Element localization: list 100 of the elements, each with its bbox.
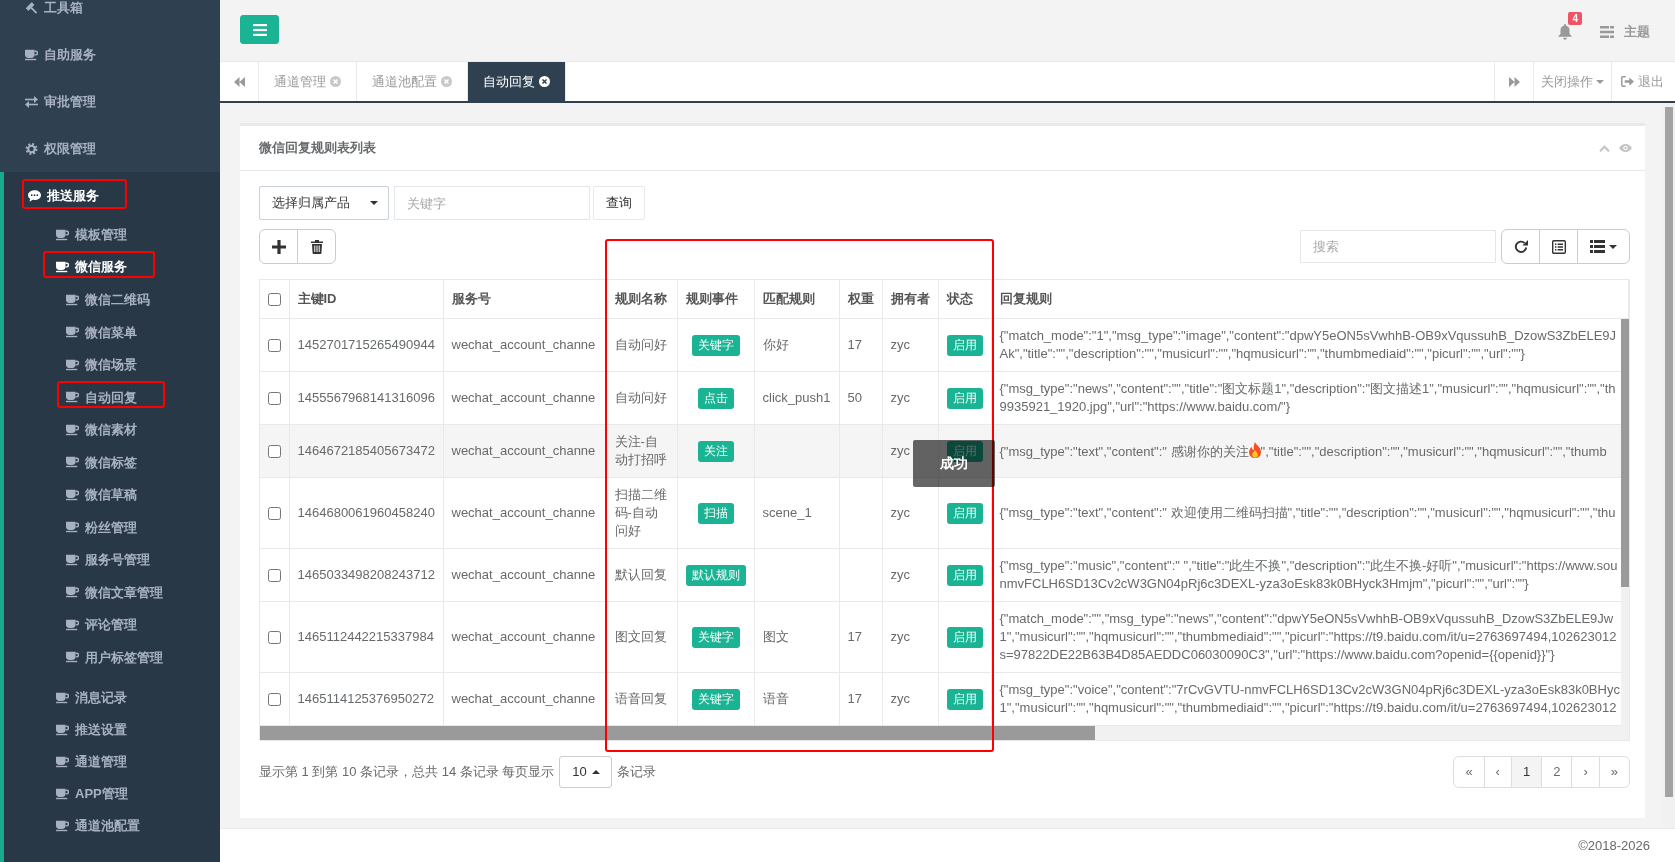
- reply-text: {"msg_type":"news","content":"","title":"图文标题1","description":"图文描述1","musicurl":"","hqmusicurl":"","th: [999, 380, 1616, 398]
- list-box-icon: [1551, 239, 1566, 254]
- sidebar-item[interactable]: 微信草稿: [4, 478, 167, 511]
- status-tag: 启用: [946, 334, 983, 356]
- page-link[interactable]: ‹: [1483, 756, 1512, 788]
- sidebar-item[interactable]: 工具箱: [0, 0, 113, 31]
- table-cell: 1464680061960458240: [289, 477, 443, 549]
- add-button[interactable]: [259, 229, 298, 264]
- sidebar-item[interactable]: 微信二维码: [4, 283, 180, 316]
- plus-icon: [271, 239, 286, 254]
- page-link[interactable]: ›: [1571, 756, 1600, 788]
- tab[interactable]: 通道管理: [259, 62, 357, 101]
- list-menu-button[interactable]: [1577, 229, 1630, 264]
- table-cell: 17: [839, 672, 882, 726]
- reply-text: {"msg_type":"music","content":" ","title":"此生不换","description":"此生不换-好听","musicurl":"https://www.sou: [999, 557, 1618, 575]
- tab[interactable]: 自动回复: [468, 62, 566, 101]
- table-cell: zyc: [882, 477, 938, 549]
- reply-text: ","title":"","description":"","musicurl":"","hqmusicurl":"","thumb: [1260, 443, 1607, 459]
- status-tag: 启用: [946, 564, 983, 586]
- sidebar-item[interactable]: 微信场景: [4, 348, 167, 381]
- cup-icon: [66, 618, 79, 631]
- cup-icon: [66, 391, 79, 403]
- sidebar-item[interactable]: 自助服务: [0, 31, 126, 78]
- reply-text: {"msg_type":"voice","content":"7rCvGVTU-nmvFCLH6SD13Cv2cW3GN04pRj6c3DEXL-yza3oEsk83k0BHyc: [999, 681, 1620, 699]
- cup-icon: [66, 488, 79, 501]
- scrollbar[interactable]: [260, 726, 1629, 740]
- sidebar-item[interactable]: 审批管理: [0, 78, 126, 125]
- cup-icon: [66, 423, 79, 436]
- logout-link[interactable]: 退出: [1611, 62, 1675, 101]
- columns-button[interactable]: [1539, 229, 1578, 264]
- cup-icon: [56, 787, 69, 800]
- sidebar-item[interactable]: 微信服务: [4, 251, 157, 283]
- double-left-arrow-icon: [233, 76, 245, 87]
- table-cell: 1464672185405673472: [289, 424, 443, 478]
- search-field[interactable]: 搜索: [1300, 230, 1496, 263]
- table-cell: 扫描二维码-自动问好: [606, 477, 677, 549]
- row-checkbox[interactable]: [267, 392, 281, 406]
- table-cell: wechat_account_channe: [443, 424, 606, 478]
- table-cell: 默认回复: [606, 548, 677, 602]
- sidebar-item[interactable]: 推送设置: [4, 714, 157, 746]
- row-checkbox[interactable]: [267, 445, 281, 459]
- bell-icon[interactable]: [1558, 23, 1572, 40]
- page-size-button[interactable]: 10: [559, 756, 613, 788]
- sidebar-item[interactable]: 微信文章管理: [4, 575, 193, 608]
- keyword-field[interactable]: 关键字: [394, 186, 590, 220]
- table-cell: 50: [839, 371, 882, 425]
- event-tag: 点击: [697, 387, 734, 409]
- table-cell: zyc: [882, 548, 938, 602]
- sidebar-item[interactable]: 通道管理: [4, 746, 157, 778]
- status-tag: 启用: [946, 387, 983, 409]
- sidebar-item[interactable]: 粉丝管理: [4, 510, 167, 543]
- sidebar-item[interactable]: 模板管理: [4, 219, 157, 251]
- column-header: 服务号: [443, 280, 606, 319]
- column-header: 规则名称: [606, 280, 677, 319]
- select-all-checkbox[interactable]: [267, 293, 281, 307]
- sidebar-item[interactable]: 评论管理: [4, 608, 167, 641]
- sidebar-item[interactable]: 自动回复: [4, 380, 167, 413]
- scrollbar[interactable]: [1621, 319, 1629, 726]
- table-cell: 你好: [754, 319, 839, 372]
- sidebar-item[interactable]: 通道池配置: [4, 810, 170, 842]
- table-cell: wechat_account_channe: [443, 319, 606, 372]
- swap-arrows-icon: [25, 95, 38, 108]
- table-cell: 自动问好: [606, 371, 677, 425]
- sidebar-item[interactable]: 权限管理: [0, 125, 126, 172]
- row-checkbox[interactable]: [267, 339, 281, 353]
- sidebar-item[interactable]: 服务号管理: [4, 543, 180, 576]
- refresh-button[interactable]: [1501, 229, 1540, 264]
- table-cell: 语音: [754, 672, 839, 726]
- page-link[interactable]: »: [1598, 756, 1630, 788]
- trash-icon: [310, 239, 323, 254]
- event-tag: 默认规则: [685, 564, 746, 586]
- sidebar-item[interactable]: 消息记录: [4, 682, 157, 714]
- cup-icon: [56, 819, 69, 832]
- query-button[interactable]: 查询: [593, 186, 645, 220]
- reply-text: nmvFCLH6SD13Cv2cW3GN04pRj6c3DEXL-yza3oEsk83k0BHyck3Hmjm","picurl":"","url":""}: [999, 575, 1529, 593]
- table-cell: 17: [839, 601, 882, 673]
- close-icon[interactable]: [539, 76, 550, 87]
- sidebar-item[interactable]: 微信素材: [4, 413, 167, 446]
- menu-button[interactable]: [240, 15, 279, 44]
- row-checkbox[interactable]: [267, 631, 281, 645]
- row-checkbox[interactable]: [267, 569, 281, 583]
- sidebar-item[interactable]: 推送服务: [4, 172, 129, 219]
- flame-icon: [1248, 441, 1261, 458]
- row-checkbox[interactable]: [267, 693, 281, 707]
- status-tag: 启用: [946, 626, 983, 648]
- table-cell: wechat_account_channe: [443, 601, 606, 673]
- reply-text: 9935921_1920.jpg","url":"https://www.baidu.com/"}: [999, 398, 1290, 416]
- table-cell: 17: [839, 319, 882, 372]
- product-select[interactable]: 选择归属产品: [259, 186, 389, 220]
- page-link[interactable]: 2: [1541, 756, 1573, 788]
- row-checkbox[interactable]: [267, 507, 281, 521]
- sidebar-item[interactable]: 用户标签管理: [4, 640, 193, 673]
- page-link[interactable]: 1: [1510, 756, 1543, 788]
- page-link[interactable]: «: [1453, 756, 1485, 788]
- caret-down-icon: [1596, 79, 1604, 84]
- sidebar-item[interactable]: 微信标签: [4, 445, 167, 478]
- table-cell: zyc: [882, 424, 938, 478]
- sidebar-item[interactable]: APP管理: [4, 778, 158, 810]
- sidebar-item[interactable]: 微信菜单: [4, 315, 167, 348]
- delete-button[interactable]: [297, 229, 336, 264]
